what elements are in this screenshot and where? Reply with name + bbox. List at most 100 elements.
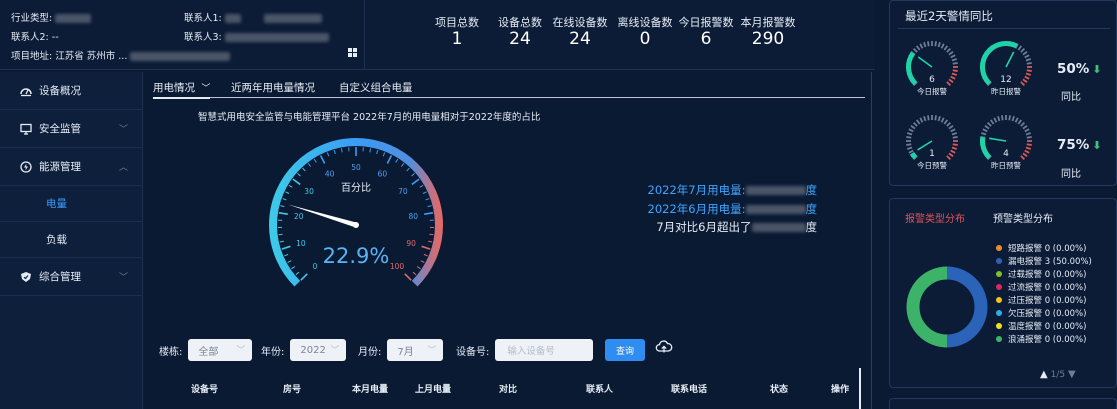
mini-gauge-tick [919,43,924,49]
july-usage-label: 2022年7月用电量: [647,183,746,197]
legend-item[interactable]: 温度报警 0 (0.00%) [996,319,1092,332]
gauge-tick [422,191,427,194]
sidebar-item-safety-supervision[interactable]: 安全监管 ﹀ [0,110,142,148]
tab-bar: 用电情况 ﹀ 近两年用电量情况 自定义组合电量 [153,78,865,99]
tab-alarm-type-distribution[interactable]: 报警类型分布 [905,210,965,225]
tab-two-year-usage[interactable]: 近两年用电量情况 [231,80,315,95]
mini-gauge-tick [1022,152,1028,158]
building-label: 楼栋: [159,346,183,358]
grid-view-icon[interactable] [348,48,357,57]
gauge-tick [386,155,393,164]
column-actions: 操作 [831,385,850,395]
yesterday-alarm-gauge: 12 昨日报警 [980,41,1032,96]
tab-usage[interactable]: 用电情况 ﹀ [153,80,211,99]
cloud-upload-icon[interactable] [655,340,673,354]
mini-gauge-tick [1025,58,1032,62]
year-select[interactable]: 2022 ﹀ [290,339,347,361]
donut-slice[interactable] [906,266,948,348]
yesterday-warning-label: 昨日预警 [991,160,1021,170]
mini-gauge-tick [1024,128,1030,133]
stat-value: 1 [451,29,463,49]
donut-slice[interactable] [946,266,988,348]
mini-gauge-tick [1026,69,1032,72]
chevron-up-icon: ︿ [118,163,128,173]
june-usage-label: 2022年6月用电量: [647,202,746,216]
gauge-tick [284,253,289,257]
gauge-tick [376,149,379,155]
mini-gauge-tick [950,54,956,59]
building-select[interactable]: 全部 ﹀ [188,339,253,361]
legend-dot [996,283,1002,290]
mini-gauge-tick [1026,136,1032,139]
gauge-tick [404,273,412,281]
mini-gauge-tick [1020,81,1026,87]
gauge-tick [406,167,410,172]
sidebar-item-device-overview[interactable]: 设备概况 [0,72,142,110]
sidebar-item-energy-management[interactable]: 能源管理 ︿ [0,148,142,186]
stat-label: 离线设备数 [617,16,673,29]
june-usage-line: 2022年6月用电量: 度 [648,201,817,217]
warning-yoy-value: 75% [1057,137,1090,153]
column-phone: 联系电话 [671,385,708,395]
yesterday-warning-value: 4 [1003,149,1009,159]
legend-dot [996,335,1002,342]
gauge-tick [421,245,431,250]
gauge-tick [420,260,425,264]
july-usage-line: 2022年7月用电量: 度 [648,182,817,198]
device-number-input[interactable]: 输入设备号 [495,339,594,361]
alarm-comparison-panel: 最近2天警情同比 6 今日报警 12 昨日报警 50% ⬇ 同比 1 今日预警 4… [889,0,1117,186]
alarm-type-distribution-panel: 报警类型分布 预警类型分布 短路报警 0 (0.00%) 漏电报警 3 (50.0… [889,198,1117,388]
column-contact: 联系人 [586,385,614,395]
stat-value: 290 [751,29,785,49]
sidebar-item-general-management[interactable]: 综合管理 ﹀ [0,258,142,296]
gauge-tick-label: 40 [325,169,335,178]
mini-gauge-fill [906,51,918,86]
sidebar-item-electricity[interactable]: 电量 [0,186,142,222]
column-this-month: 本月电量 [352,385,389,395]
table-scrollbar[interactable] [859,368,861,409]
query-button[interactable]: 查询 [605,339,645,361]
chevron-down-icon: ﹀ [330,346,340,356]
shield-icon [20,271,32,283]
tab-label: 用电情况 [153,82,195,94]
legend-item[interactable]: 短路报警 0 (0.00%) [996,241,1092,254]
year-label: 年份: [261,346,285,358]
gauge-title: 百分比 [341,182,371,194]
main-scrollbar-track[interactable] [871,72,872,409]
legend-item[interactable]: 浪涌报警 0 (0.00%) [996,332,1092,345]
mini-gauge-tick [927,41,930,47]
donut-slices [906,266,988,348]
gauge-tick [282,198,287,201]
legend-item[interactable]: 过压报警 0 (0.00%) [996,293,1092,306]
mini-gauge-tick [946,121,952,127]
month-filter: 月份: 7月 ﹀ [358,339,444,361]
mini-gauge-tick [919,117,924,123]
gauge-tick-label: 60 [378,169,388,178]
chevron-down-icon: ﹀ [236,346,246,356]
industry-label: 行业类型: [11,13,53,24]
tab-warning-type-distribution[interactable]: 预警类型分布 [993,210,1053,225]
divider [898,28,1110,29]
mini-gauge-tick [952,136,958,139]
sidebar-item-label: 电量 [46,198,67,210]
legend-item[interactable]: 过流报警 0 (0.00%) [996,280,1092,293]
mini-gauge-tick [1025,146,1032,150]
gauge-tick [307,163,312,167]
legend-item[interactable]: 欠压报警 0 (0.00%) [996,306,1092,319]
month-select[interactable]: 7月 ﹀ [387,339,444,361]
yesterday-alarm-label: 昨日报警 [991,86,1021,96]
legend-item[interactable]: 漏电报警 3 (50.00%) [996,254,1092,267]
tab-custom-combination[interactable]: 自定义组合电量 [339,80,413,95]
gauge-tick [313,158,317,163]
pager-up-icon[interactable]: ▲ [1040,369,1048,380]
mini-gauge-fill [909,151,918,160]
mini-gauge-tick [989,119,995,125]
gauge-tick [424,212,434,215]
pager-down-icon[interactable]: ▼ [1068,369,1076,380]
gauge-tick [291,266,296,270]
legend-label: 过载报警 0 (0.00%) [1008,269,1087,280]
mini-gauge-tick [934,115,937,121]
sidebar-item-load[interactable]: 负载 [0,222,142,258]
legend-item[interactable]: 过载报警 0 (0.00%) [996,267,1092,280]
alarm-comparison-title: 最近2天警情同比 [905,9,993,23]
